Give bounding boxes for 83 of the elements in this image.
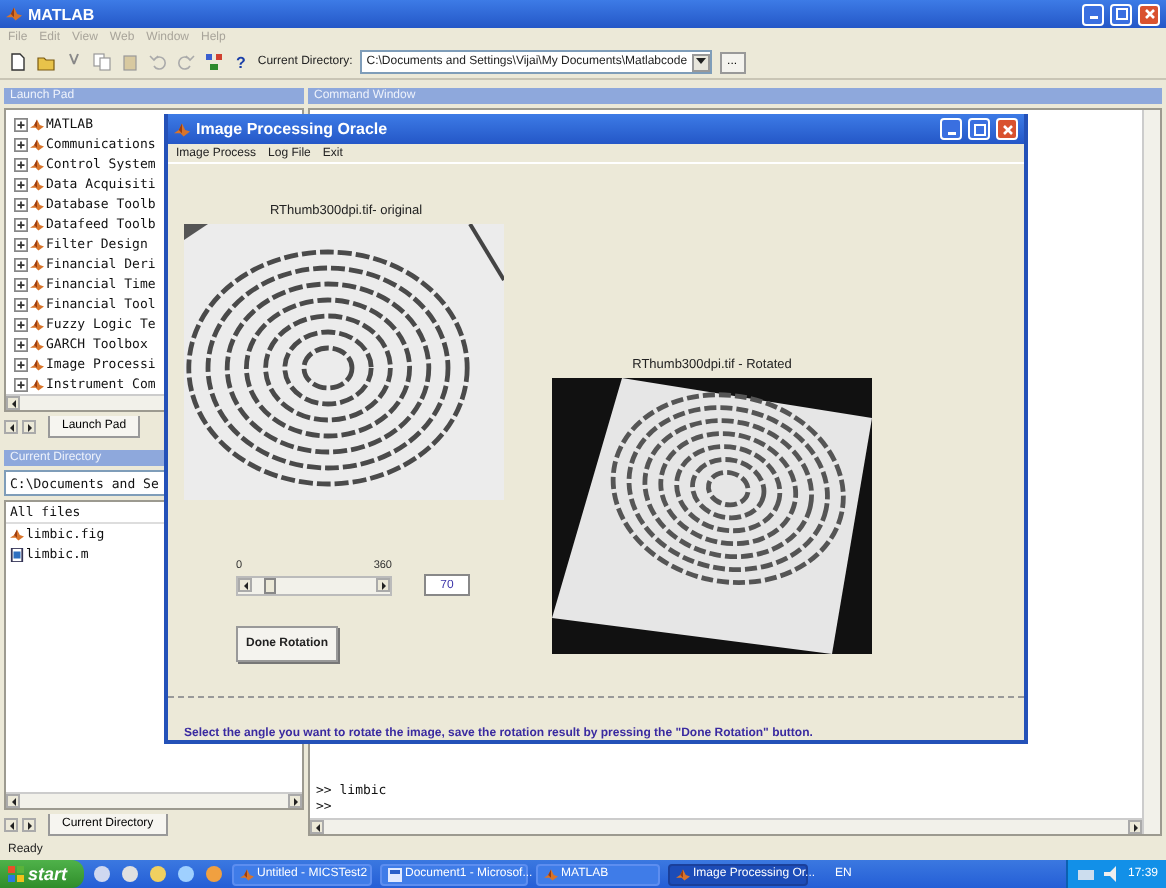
matlab-logo-icon [174,121,190,137]
maximize-button[interactable] [968,118,990,140]
expand-icon[interactable] [14,337,28,351]
left-arrow-icon [7,423,15,431]
expand-icon[interactable] [14,217,28,231]
expand-icon[interactable] [14,377,28,391]
matlab-logo-icon [675,867,690,881]
help-button[interactable]: ? [232,53,250,71]
scroll-left-button[interactable] [6,794,20,808]
matlab-logo-icon [10,527,24,541]
expand-icon[interactable] [14,297,28,311]
horizontal-scrollbar[interactable] [6,792,302,808]
maximize-icon [973,123,985,135]
matlab-logo-icon [30,177,44,191]
new-file-icon[interactable] [8,52,28,72]
matlab-logo-icon [30,137,44,151]
script-file-icon [10,547,24,561]
window-title: MATLAB [28,5,95,23]
matlab-logo-icon [30,157,44,171]
matlab-logo-icon [30,377,44,391]
left-arrow-icon [241,581,249,589]
matlab-logo-icon [30,237,44,251]
expand-icon[interactable] [14,157,28,171]
matlab-logo-icon [30,337,44,351]
angle-slider[interactable] [236,575,392,595]
matlab-logo-icon [6,6,22,22]
matlab-logo-icon [30,297,44,311]
left-arrow-icon [7,821,15,829]
scroll-left-button[interactable] [6,396,20,410]
expand-icon[interactable] [14,257,28,271]
matlab-logo-icon [30,217,44,231]
left-arrow-icon [9,399,17,407]
caret-icon [695,58,706,66]
scroll-left-button[interactable] [310,820,324,834]
expand-icon[interactable] [14,117,28,131]
expand-icon[interactable] [14,237,28,251]
scroll-right-button[interactable] [288,794,302,808]
matlab-logo-icon [30,117,44,131]
maximize-button[interactable] [1110,3,1132,25]
right-arrow-icon [25,821,33,829]
document-icon [387,867,402,881]
expand-icon[interactable] [14,137,28,151]
matlab-logo-icon [30,317,44,331]
matlab-logo-icon [30,277,44,291]
scroll-right-button[interactable] [1128,820,1142,834]
tab-right-button[interactable] [22,818,36,832]
slider-right-button[interactable] [376,578,390,592]
expand-icon[interactable] [14,317,28,331]
tab-right-button[interactable] [22,420,36,434]
minimize-button[interactable] [1082,3,1104,25]
expand-icon[interactable] [14,197,28,211]
expand-icon[interactable] [14,357,28,371]
open-folder-icon[interactable] [36,52,56,72]
expand-icon[interactable] [14,277,28,291]
matlab-logo-icon [30,357,44,371]
right-arrow-icon [379,581,387,589]
flag-icon [8,866,24,882]
dropdown-button[interactable] [691,53,710,71]
matlab-logo-icon [239,867,254,881]
window-title: Image Processing Oracle [196,120,388,138]
tab-left-button[interactable] [4,818,18,832]
expand-icon[interactable] [14,177,28,191]
horizontal-scrollbar[interactable] [310,818,1142,834]
slider-thumb[interactable] [263,577,276,593]
close-button[interactable] [996,118,1018,140]
close-button[interactable] [1138,3,1160,25]
right-arrow-icon [1131,823,1139,831]
right-arrow-icon [291,797,299,805]
close-icon [1143,8,1155,20]
minimize-button[interactable] [940,118,962,140]
left-arrow-icon [313,823,321,831]
maximize-icon [1115,8,1127,20]
slider-left-button[interactable] [238,578,252,592]
matlab-logo-icon [30,197,44,211]
blocks-icon[interactable] [204,52,224,72]
tab-left-button[interactable] [4,420,18,434]
matlab-logo-icon [30,257,44,271]
left-arrow-icon [9,797,17,805]
right-arrow-icon [25,423,33,431]
close-icon [1001,123,1013,135]
vertical-scrollbar[interactable] [1142,110,1160,834]
speaker-icon[interactable] [1101,864,1122,884]
matlab-logo-icon [543,867,558,881]
